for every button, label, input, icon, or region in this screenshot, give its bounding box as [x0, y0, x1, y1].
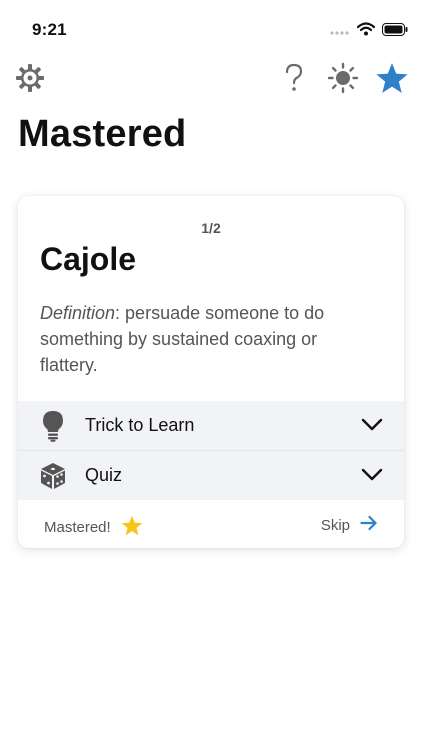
card-footer: Mastered! Skip: [18, 500, 404, 548]
star-icon: [375, 62, 409, 99]
definition-label: Definition: [40, 303, 116, 323]
wifi-icon: [356, 22, 376, 41]
status-time: 9:21: [32, 20, 67, 39]
card-definition: Definition: persuade someone to do somet…: [40, 300, 370, 378]
section-label: Trick to Learn: [85, 415, 195, 435]
star-icon: [121, 515, 143, 540]
quiz-section[interactable]: Quiz: [18, 450, 404, 500]
skip-button[interactable]: Skip: [321, 515, 378, 535]
status-bar: 9:21: [0, 0, 422, 52]
mastered-button[interactable]: Mastered!: [44, 515, 143, 540]
flashcard: 1/2 Cajole Definition: persuade someone …: [18, 196, 404, 548]
help-button[interactable]: [274, 60, 314, 100]
section-label: Quiz: [85, 465, 123, 485]
trick-to-learn-section[interactable]: Trick to Learn: [18, 401, 404, 450]
brightness-icon: [327, 62, 359, 99]
brightness-button[interactable]: [323, 60, 363, 100]
battery-icon: [382, 22, 408, 41]
signal-icon: [330, 23, 350, 41]
help-icon: [283, 63, 305, 98]
chevron-down-icon: [360, 465, 384, 485]
settings-button[interactable]: [10, 60, 50, 100]
chevron-down-icon: [360, 415, 384, 435]
skip-label: Skip: [320, 516, 350, 534]
page-title: Mastered: [18, 113, 187, 155]
dice-icon: [38, 460, 68, 492]
lightbulb-icon: [38, 410, 68, 442]
favorites-button[interactable]: [372, 60, 412, 100]
card-counter: 1/2: [201, 220, 221, 236]
mastered-label: Mastered!: [44, 519, 111, 536]
arrow-right-icon: [360, 515, 378, 535]
toolbar: [0, 60, 422, 104]
status-icons: [330, 22, 408, 41]
card-word: Cajole: [40, 241, 137, 277]
gear-icon: [15, 63, 45, 98]
